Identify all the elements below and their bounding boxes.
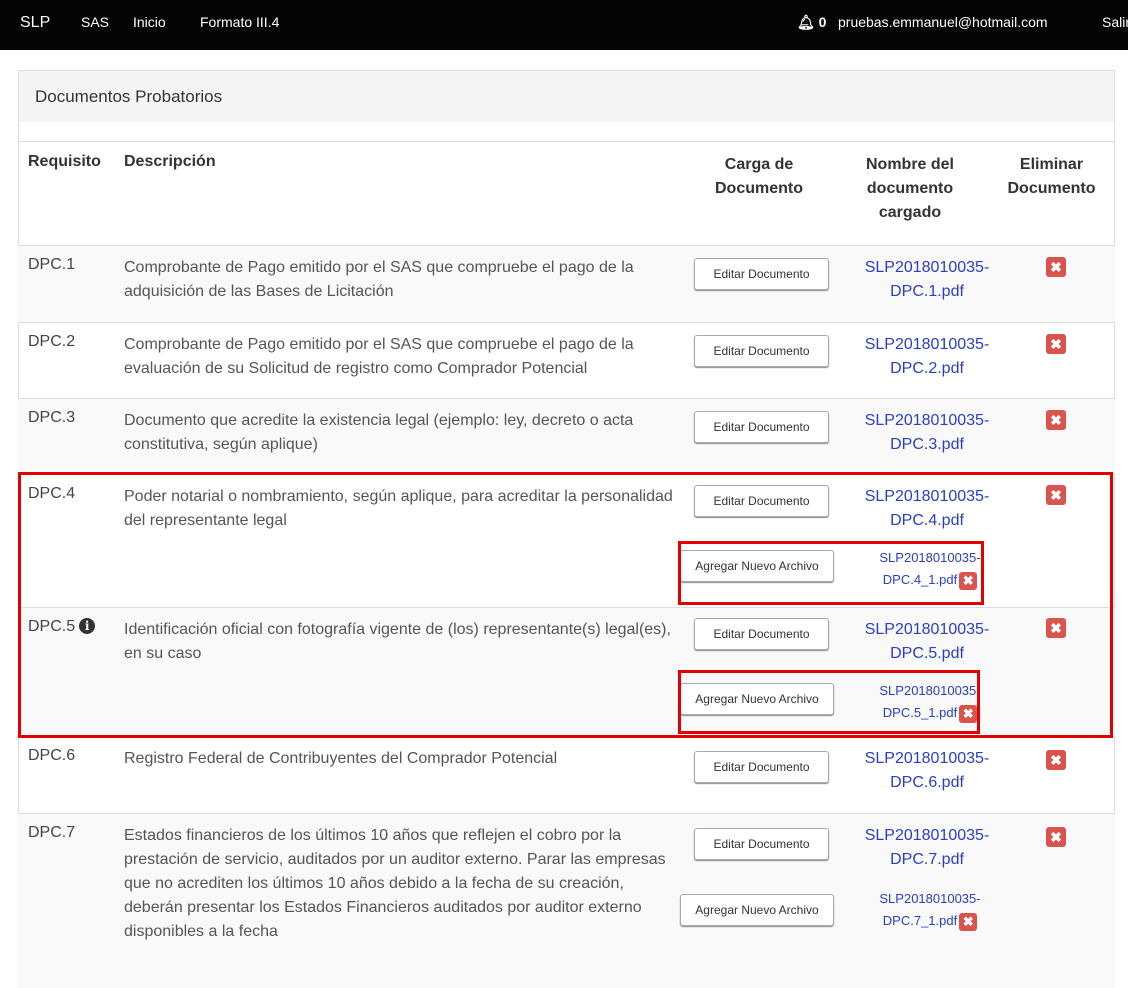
delete-document-button[interactable]: ✖ xyxy=(1046,618,1066,638)
file-link[interactable]: SLP2018010035-DPC.4.pdf xyxy=(847,485,1007,533)
file-link[interactable]: SLP2018010035-DPC.6.pdf xyxy=(847,747,1007,795)
delete-extra-file-button[interactable]: ✖ xyxy=(959,704,978,723)
description-text: Registro Federal de Contribuyentes del C… xyxy=(124,750,558,767)
requisito-code: DPC.1 xyxy=(28,256,76,273)
requisito-code: DPC.5 i xyxy=(28,618,96,636)
notifications-button[interactable]: 🔔︎ 0 xyxy=(797,14,826,31)
table-top-border xyxy=(18,141,1115,142)
file-link[interactable]: SLP2018010035-DPC.7.pdf xyxy=(847,824,1007,872)
file-link[interactable]: SLP2018010035-DPC.5.pdf xyxy=(847,618,1007,666)
remove-icon: ✖ xyxy=(1050,259,1062,275)
add-new-file-button[interactable]: Agregar Nuevo Archivo xyxy=(680,550,834,582)
top-navbar: SLP SAS Inicio Formato III.4 🔔︎ 0 prueba… xyxy=(0,0,1128,50)
table-row: DPC.4 Poder notarial o nombramiento, seg… xyxy=(18,474,1115,607)
header-eliminar: Eliminar Documento xyxy=(1007,156,1096,197)
header-requisito: Requisito xyxy=(28,153,101,170)
panel-heading: Documentos Probatorios xyxy=(18,70,1115,122)
requisito-code: DPC.6 xyxy=(28,747,76,764)
edit-document-button[interactable]: Editar Documento xyxy=(694,618,829,650)
remove-icon: ✖ xyxy=(962,913,974,929)
description-text: Comprobante de Pago emitido por el SAS q… xyxy=(124,336,634,377)
brand-link[interactable]: SLP xyxy=(20,14,50,32)
edit-document-button[interactable]: Editar Documento xyxy=(694,828,829,860)
panel-title: Documentos Probatorios xyxy=(35,87,223,106)
requisito-code: DPC.3 xyxy=(28,409,76,426)
remove-icon: ✖ xyxy=(1050,620,1062,636)
remove-icon: ✖ xyxy=(1050,829,1062,845)
logout-link[interactable]: Salir xyxy=(1102,14,1128,30)
notification-count: 0 xyxy=(818,14,827,30)
header-carga: Carga de Documento xyxy=(715,156,803,197)
file-link[interactable]: SLP2018010035-DPC.2.pdf xyxy=(847,333,1007,381)
file-link[interactable]: SLP2018010035-DPC.3.pdf xyxy=(847,409,1007,457)
remove-icon: ✖ xyxy=(1050,752,1062,768)
add-new-file-button[interactable]: Agregar Nuevo Archivo xyxy=(680,894,834,926)
edit-document-button[interactable]: Editar Documento xyxy=(694,411,829,443)
remove-icon: ✖ xyxy=(1050,412,1062,428)
edit-document-button[interactable]: Editar Documento xyxy=(694,751,829,783)
remove-icon: ✖ xyxy=(962,705,974,721)
description-text: Comprobante de Pago emitido por el SAS q… xyxy=(124,259,634,300)
extra-file-entry: SLP2018010035-DPC.5_1.pdf ✖ xyxy=(860,680,1000,724)
edit-document-button[interactable]: Editar Documento xyxy=(694,258,829,290)
delete-document-button[interactable]: ✖ xyxy=(1046,485,1066,505)
requisito-code: DPC.4 xyxy=(28,485,76,502)
extra-file-entry: SLP2018010035-DPC.4_1.pdf ✖ xyxy=(860,547,1000,591)
description-text: Identificación oficial con fotografía vi… xyxy=(124,621,671,662)
delete-document-button[interactable]: ✖ xyxy=(1046,827,1066,847)
header-nombre: Nombre del documento cargado xyxy=(865,156,954,221)
nav-formato-link[interactable]: Formato III.4 xyxy=(200,14,279,30)
nav-inicio-link[interactable]: Inicio xyxy=(133,14,166,30)
header-descripcion: Descripción xyxy=(124,153,216,170)
description-text: Poder notarial o nombramiento, según apl… xyxy=(124,488,673,529)
remove-icon: ✖ xyxy=(1050,487,1062,503)
add-new-file-button[interactable]: Agregar Nuevo Archivo xyxy=(680,683,834,715)
edit-document-button[interactable]: Editar Documento xyxy=(694,335,829,367)
nav-sas-link[interactable]: SAS xyxy=(81,14,109,30)
table-row: DPC.7 Estados financieros de los últimos… xyxy=(18,813,1115,988)
description-text: Estados financieros de los últimos 10 añ… xyxy=(124,827,666,940)
table-row: DPC.3 Documento que acredite la existenc… xyxy=(18,398,1115,474)
table-row: DPC.1 Comprobante de Pago emitido por el… xyxy=(18,245,1115,322)
file-link[interactable]: SLP2018010035-DPC.1.pdf xyxy=(847,256,1007,304)
requisito-code: DPC.7 xyxy=(28,824,76,841)
remove-icon: ✖ xyxy=(962,572,974,588)
delete-extra-file-button[interactable]: ✖ xyxy=(959,571,978,590)
table-row: DPC.6 Registro Federal de Contribuyentes… xyxy=(18,736,1115,813)
table-row: DPC.2 Comprobante de Pago emitido por el… xyxy=(18,322,1115,398)
user-email-link[interactable]: pruebas.emmanuel@hotmail.com xyxy=(838,14,1048,30)
requisito-code: DPC.2 xyxy=(28,333,76,350)
delete-extra-file-button[interactable]: ✖ xyxy=(959,912,978,931)
table-row: DPC.5 i Identificación oficial con fotogr… xyxy=(18,607,1115,736)
delete-document-button[interactable]: ✖ xyxy=(1046,410,1066,430)
remove-icon: ✖ xyxy=(1050,336,1062,352)
info-circle-icon[interactable]: i xyxy=(79,618,96,634)
extra-file-entry: SLP2018010035-DPC.7_1.pdf ✖ xyxy=(860,888,1000,932)
edit-document-button[interactable]: Editar Documento xyxy=(694,485,829,517)
delete-document-button[interactable]: ✖ xyxy=(1046,750,1066,770)
bell-icon: 🔔︎ xyxy=(797,14,815,30)
delete-document-button[interactable]: ✖ xyxy=(1046,334,1066,354)
description-text: Documento que acredite la existencia leg… xyxy=(124,412,634,453)
delete-document-button[interactable]: ✖ xyxy=(1046,257,1066,277)
